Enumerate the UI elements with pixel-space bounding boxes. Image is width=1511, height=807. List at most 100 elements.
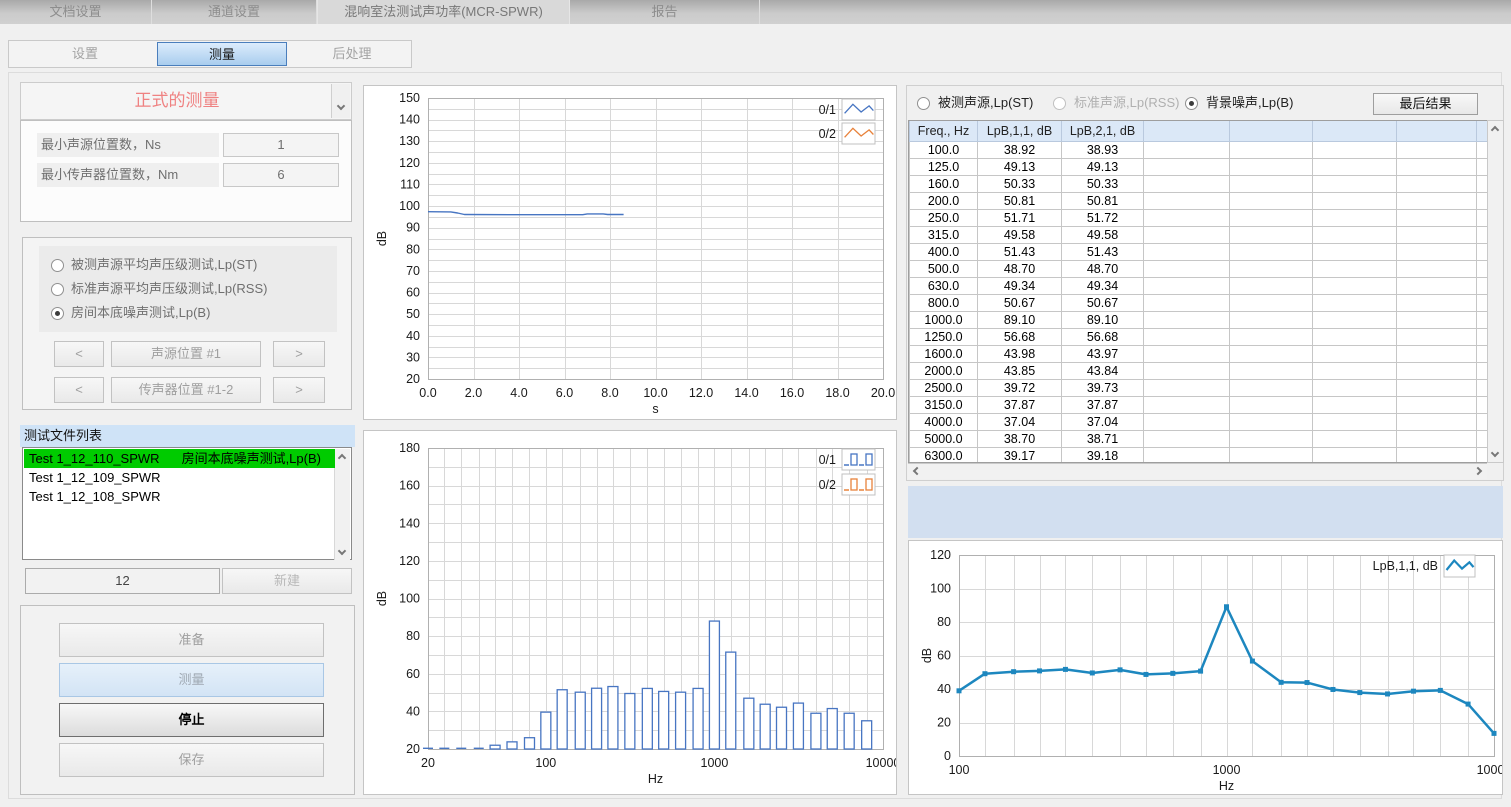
new-file-button[interactable]: 新建 [222, 568, 352, 594]
test-type-radio[interactable]: 被测声源平均声压级测试,Lp(ST) [51, 256, 257, 274]
table-cell [1230, 328, 1313, 345]
table-cell: 500.0 [910, 260, 978, 277]
table-cell [1230, 362, 1313, 379]
measure-mode-select[interactable]: 正式的测量 [20, 82, 352, 120]
tab-2[interactable]: 通道设置 [152, 0, 317, 24]
tab-4[interactable]: 报告 [570, 0, 760, 24]
prepare-button[interactable]: 准备 [59, 623, 324, 657]
svg-text:10000: 10000 [866, 756, 896, 770]
table-row[interactable]: 1000.089.1089.10 [910, 311, 1488, 328]
result-source-radio[interactable]: 标准声源,Lp(RSS) [1053, 94, 1179, 112]
subtab-1[interactable]: 设置 [13, 42, 157, 66]
source-position-next-button[interactable]: > [273, 341, 325, 367]
table-row[interactable]: 100.038.9238.93 [910, 141, 1488, 158]
source-position-prev-button[interactable]: < [54, 341, 104, 367]
table-row[interactable]: 3150.037.8737.87 [910, 396, 1488, 413]
table-cell [1477, 277, 1488, 294]
table-cell [1144, 141, 1230, 158]
subtab-2[interactable]: 测量 [157, 42, 287, 66]
table-row[interactable]: 1250.056.6856.68 [910, 328, 1488, 345]
table-cell [1397, 209, 1477, 226]
table-row[interactable]: 800.050.6750.67 [910, 294, 1488, 311]
measure-mode-dropdown-button[interactable] [331, 84, 350, 118]
table-cell [1477, 243, 1488, 260]
svg-text:120: 120 [930, 548, 951, 562]
table-cell: 51.72 [1062, 209, 1144, 226]
subtab-3[interactable]: 后处理 [287, 42, 417, 66]
file-number-field[interactable]: 12 [25, 568, 220, 594]
svg-text:14.0: 14.0 [734, 386, 758, 400]
scroll-down-icon[interactable] [1491, 449, 1499, 457]
table-row[interactable]: 6300.039.1739.18 [910, 447, 1488, 463]
table-cell [1397, 328, 1477, 345]
table-cell [1144, 294, 1230, 311]
tab-1[interactable]: 文档设置 [0, 0, 152, 24]
mic-position-next-button[interactable]: > [273, 377, 325, 403]
tab-3[interactable]: 混响室法测试声功率(MCR-SPWR) [317, 0, 570, 24]
table-row[interactable]: 5000.038.7038.71 [910, 430, 1488, 447]
table-cell [1397, 260, 1477, 277]
source-position-label-button[interactable]: 声源位置 #1 [111, 341, 261, 367]
table-cell [1397, 345, 1477, 362]
file-list-scrollbar[interactable] [334, 449, 350, 560]
file-list-item[interactable]: Test 1_12_108_SPWR [24, 487, 335, 506]
table-row[interactable]: 2000.043.8543.84 [910, 362, 1488, 379]
table-cell: 48.70 [1062, 260, 1144, 277]
test-file-list[interactable]: Test 1_12_110_SPWR房间本底噪声测试,Lp(B)Test 1_1… [22, 447, 352, 560]
svg-text:40: 40 [406, 704, 420, 718]
param-value-field[interactable]: 1 [223, 133, 339, 157]
spectrum-bar-chart: 2040608010012014016018020100100010000Hzd… [363, 430, 897, 795]
table-cell [1313, 396, 1397, 413]
table-row[interactable]: 400.051.4351.43 [910, 243, 1488, 260]
measure-button[interactable]: 测量 [59, 663, 324, 697]
test-type-radio[interactable]: 标准声源平均声压级测试,Lp(RSS) [51, 280, 267, 298]
save-button[interactable]: 保存 [59, 743, 324, 777]
table-row[interactable]: 250.051.7151.72 [910, 209, 1488, 226]
table-cell: 37.87 [1062, 396, 1144, 413]
scroll-up-icon[interactable] [1491, 126, 1499, 134]
table-row[interactable]: 160.050.3350.33 [910, 175, 1488, 192]
file-list-item[interactable]: Test 1_12_109_SPWR [24, 468, 335, 487]
table-cell [1230, 141, 1313, 158]
table-cell: 4000.0 [910, 413, 978, 430]
table-row[interactable]: 2500.039.7239.73 [910, 379, 1488, 396]
result-source-radio[interactable]: 背景噪声,Lp(B) [1185, 94, 1293, 112]
table-cell [1477, 328, 1488, 345]
svg-text:0/2: 0/2 [819, 478, 836, 492]
table-row[interactable]: 630.049.3449.34 [910, 277, 1488, 294]
file-list-item[interactable]: Test 1_12_110_SPWR房间本底噪声测试,Lp(B) [24, 449, 335, 468]
table-cell: 50.67 [978, 294, 1062, 311]
svg-text:110: 110 [400, 177, 420, 191]
table-cell [1230, 311, 1313, 328]
table-cell [1477, 209, 1488, 226]
results-table-vscrollbar[interactable] [1487, 120, 1504, 463]
scroll-left-icon[interactable] [913, 467, 921, 475]
table-cell [1144, 277, 1230, 294]
svg-text:70: 70 [406, 264, 420, 278]
table-cell: 38.71 [1062, 430, 1144, 447]
svg-text:150: 150 [399, 91, 420, 105]
table-row[interactable]: 500.048.7048.70 [910, 260, 1488, 277]
mic-position-prev-button[interactable]: < [54, 377, 104, 403]
result-source-radio[interactable]: 被测声源,Lp(ST) [917, 94, 1033, 112]
param-value-field[interactable]: 6 [223, 163, 339, 187]
scroll-down-icon[interactable] [338, 547, 346, 555]
last-result-button[interactable]: 最后结果 [1373, 93, 1478, 115]
results-table-hscrollbar[interactable] [908, 463, 1487, 479]
svg-text:0.0: 0.0 [419, 386, 436, 400]
scroll-right-icon[interactable] [1474, 467, 1482, 475]
table-row[interactable]: 125.049.1349.13 [910, 158, 1488, 175]
svg-text:140: 140 [399, 113, 420, 127]
svg-text:100: 100 [399, 199, 420, 213]
table-cell: 39.72 [978, 379, 1062, 396]
table-row[interactable]: 315.049.5849.58 [910, 226, 1488, 243]
mic-position-label-button[interactable]: 传声器位置 #1-2 [111, 377, 261, 403]
table-row[interactable]: 4000.037.0437.04 [910, 413, 1488, 430]
table-row[interactable]: 200.050.8150.81 [910, 192, 1488, 209]
table-cell [1313, 311, 1397, 328]
stop-button[interactable]: 停止 [59, 703, 324, 737]
table-row[interactable]: 1600.043.9843.97 [910, 345, 1488, 362]
table-cell [1313, 243, 1397, 260]
test-type-radio[interactable]: 房间本底噪声测试,Lp(B) [51, 304, 210, 322]
scroll-up-icon[interactable] [338, 454, 346, 462]
